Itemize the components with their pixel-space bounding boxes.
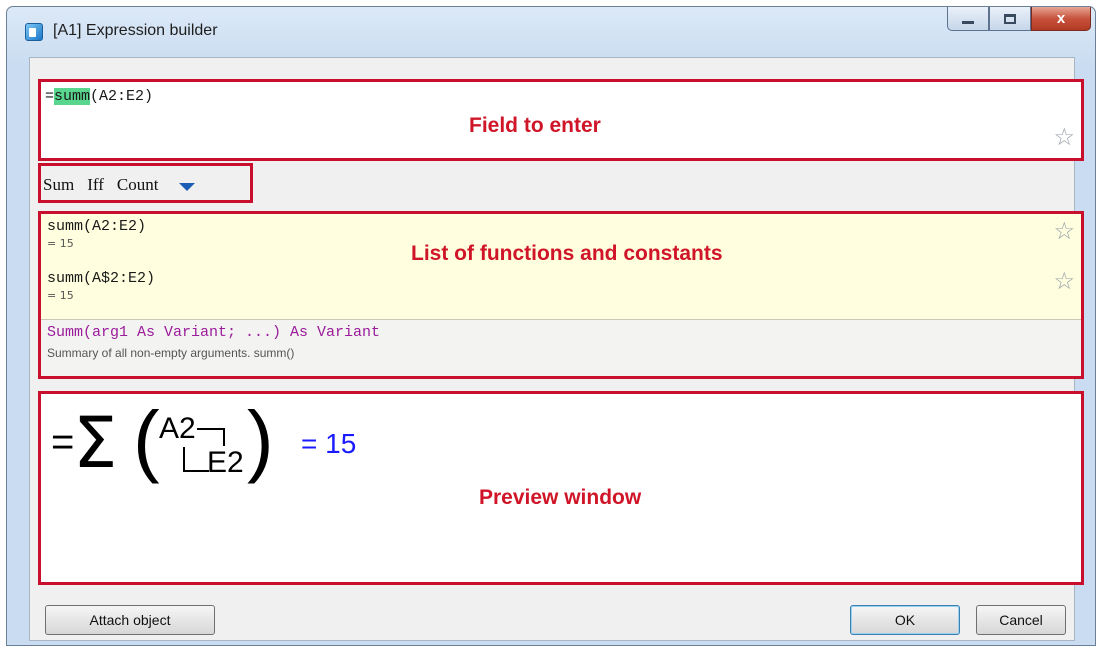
dialog-body: =summ(A2:E2) Field to enter ☆ Sum Iff Co… <box>29 57 1084 641</box>
list-item[interactable]: summ(A$2:E2) = 15 <box>47 270 155 302</box>
quick-functions-bar: Sum Iff Count <box>38 163 253 203</box>
range-connector <box>223 428 225 446</box>
maximize-button[interactable] <box>989 7 1031 31</box>
preview-annotation: Preview window <box>479 486 642 509</box>
window-controls: x <box>947 7 1091 33</box>
app-icon <box>25 23 43 41</box>
formula-left-paren: ( <box>133 395 160 484</box>
maximize-icon <box>1004 13 1016 24</box>
formula-preview: = Σ ( A2 E2 ) = 15 <box>51 395 391 504</box>
preview-window: = Σ ( A2 E2 ) = 15 Preview window <box>38 391 1084 585</box>
function-description-text: Summary of all non-empty arguments. summ… <box>47 346 295 360</box>
cancel-button[interactable]: Cancel <box>976 605 1066 635</box>
formula-equals: = <box>51 420 75 464</box>
expression-input[interactable]: =summ(A2:E2) Field to enter ☆ <box>38 79 1084 161</box>
function-description: Summ(arg1 As Variant; ...) As Variant Su… <box>41 319 1081 376</box>
minimize-button[interactable] <box>947 7 989 31</box>
list-annotation: List of functions and constants <box>411 242 723 265</box>
list-item-expression: summ(A$2:E2) <box>47 270 156 287</box>
quick-function-count[interactable]: Count <box>117 175 159 195</box>
list-item-result: = 15 <box>47 237 74 250</box>
chevron-down-icon[interactable] <box>179 183 196 191</box>
expression-suffix: (A2:E2) <box>90 88 154 105</box>
field-annotation: Field to enter <box>469 114 601 137</box>
title-bar[interactable]: [A1] Expression builder x <box>7 7 1095 57</box>
close-button[interactable]: x <box>1031 7 1091 31</box>
formula-range-start: A2 <box>159 412 196 445</box>
ok-button[interactable]: OK <box>850 605 960 635</box>
range-connector <box>183 447 185 471</box>
close-icon: x <box>1056 10 1066 27</box>
formula-right-paren: ) <box>247 395 274 484</box>
quick-function-iff[interactable]: Iff <box>87 175 104 195</box>
expression-text: =summ(A2:E2) <box>45 88 153 105</box>
minimize-icon <box>962 21 974 24</box>
expression-highlight: summ <box>54 88 91 105</box>
quick-function-sum[interactable]: Sum <box>43 175 74 195</box>
favorite-star-icon[interactable]: ☆ <box>1053 126 1075 150</box>
expression-builder-window: [A1] Expression builder x =summ(A2:E2) F… <box>6 6 1096 646</box>
list-item[interactable]: summ(A2:E2) = 15 <box>47 218 146 250</box>
function-list: summ(A2:E2) = 15 ☆ summ(A$2:E2) = 15 ☆ L… <box>38 211 1084 379</box>
expression-prefix: = <box>45 88 55 105</box>
window-title: [A1] Expression builder <box>53 22 218 39</box>
favorite-star-icon[interactable]: ☆ <box>1053 220 1075 244</box>
list-item-result: = 15 <box>47 289 74 302</box>
list-item-expression: summ(A2:E2) <box>47 218 147 235</box>
formula-result: = 15 <box>301 428 357 459</box>
attach-object-button[interactable]: Attach object <box>45 605 215 635</box>
range-connector <box>197 428 225 430</box>
formula-range-end: E2 <box>207 446 244 479</box>
range-connector <box>183 470 209 472</box>
favorite-star-icon[interactable]: ☆ <box>1053 270 1075 294</box>
sigma-icon: Σ <box>73 402 118 484</box>
quick-functions-row: Sum Iff Count <box>43 175 196 195</box>
function-signature: Summ(arg1 As Variant; ...) As Variant <box>47 324 381 341</box>
